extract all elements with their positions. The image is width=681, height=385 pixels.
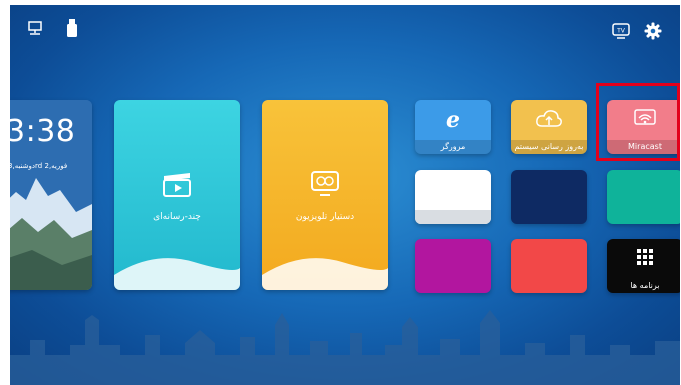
cloud-upload-icon: [536, 110, 562, 127]
usb-drive-icon: [67, 19, 77, 37]
city-skyline-decoration: [10, 310, 680, 385]
wave-decoration: [262, 258, 388, 290]
app-tile-navy[interactable]: [511, 170, 587, 224]
system-update-tile[interactable]: به‌روز رسانی سیستم: [511, 100, 587, 154]
tv-assistant-tile[interactable]: دستیار تلویزیون: [262, 100, 388, 290]
tv-input-button[interactable]: TV: [612, 23, 630, 39]
usb-status-icon: [66, 18, 78, 38]
tv-input-icon: TV: [612, 23, 630, 39]
clock-date: دوشنبه,3rd فوریه,2: [10, 162, 68, 170]
tile-footer: [415, 210, 491, 224]
wave-decoration: [114, 258, 240, 290]
tv-assistant-icon: [311, 171, 339, 196]
app-tile-magenta[interactable]: [415, 239, 491, 293]
all-apps-tile[interactable]: برنامه ها: [607, 239, 680, 293]
focus-highlight-frame: [596, 83, 680, 161]
clock-time: 3:38: [10, 114, 76, 149]
browser-e-icon: e: [446, 108, 460, 130]
svg-text:e: e: [446, 108, 460, 130]
gear-icon: [644, 22, 662, 40]
system-update-label: به‌روز رسانی سیستم: [511, 140, 587, 154]
clock-widget[interactable]: 3:38 دوشنبه,3rd فوریه,2: [10, 100, 92, 290]
app-tile-white[interactable]: [415, 170, 491, 224]
app-tile-red[interactable]: [511, 239, 587, 293]
svg-text:TV: TV: [616, 28, 626, 35]
multimedia-label: چند-رسانه‌ای: [153, 212, 201, 222]
film-clapper-icon: [163, 173, 191, 197]
all-apps-label: برنامه ها: [630, 281, 660, 290]
browser-tile[interactable]: e مرورگر: [415, 100, 491, 154]
tv-assistant-label: دستیار تلویزیون: [295, 212, 355, 222]
multimedia-tile[interactable]: چند-رسانه‌ای: [114, 100, 240, 290]
app-tile-teal[interactable]: [607, 170, 680, 224]
network-status-icon: [27, 20, 43, 36]
browser-label: مرورگر: [415, 140, 491, 154]
apps-grid-icon: [637, 249, 653, 265]
settings-button[interactable]: [644, 22, 662, 40]
monitor-icon: [28, 21, 42, 35]
tv-home-screen: TV 3:38 دوشنبه,3rd فوریه,2: [10, 5, 680, 385]
